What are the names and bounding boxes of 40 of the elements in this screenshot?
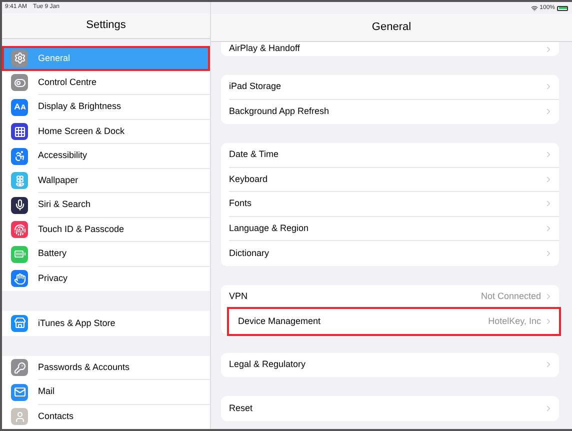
- settings-row[interactable]: iPad Storage: [229, 75, 559, 100]
- sidebar-title: Settings: [86, 18, 126, 34]
- wifi-icon: [530, 4, 538, 12]
- chevron-icon: [544, 174, 553, 184]
- sidebar-item[interactable]: Control Centre: [2, 70, 210, 95]
- chevron-icon: [544, 360, 553, 370]
- settings-row[interactable]: VPN Not Connected: [229, 284, 559, 309]
- chevron-icon: [544, 404, 553, 413]
- sidebar-item[interactable]: Passwords & Accounts: [2, 356, 210, 380]
- chevron-icon: [544, 224, 553, 233]
- sidebar-item[interactable]: Privacy: [2, 266, 210, 291]
- chevron-icon: [544, 82, 553, 92]
- page-title: General: [372, 20, 412, 36]
- sidebar-item[interactable]: Home Screen & Dock: [2, 120, 210, 144]
- settings-row[interactable]: Date & Time: [229, 143, 559, 168]
- battery-icon: [557, 6, 568, 10]
- chevron-icon: [544, 316, 553, 326]
- settings-row[interactable]: Language & Region: [229, 216, 559, 241]
- sidebar-item[interactable]: Siri & Search: [2, 193, 210, 218]
- sidebar-item[interactable]: iTunes & App Store: [2, 311, 210, 336]
- settings-row[interactable]: Device Management HotelKey, Inc: [229, 309, 559, 334]
- chevron-icon: [544, 44, 553, 54]
- settings-row[interactable]: Dictionary: [229, 241, 559, 266]
- row-value: HotelKey, Inc: [488, 314, 541, 328]
- sidebar-item[interactable]: Wallpaper: [2, 168, 210, 193]
- row-value: Not Connected: [480, 290, 541, 302]
- settings-row[interactable]: Background App Refresh: [229, 100, 559, 124]
- chevron-icon: [544, 248, 553, 258]
- sidebar-item[interactable]: Touch ID & Passcode: [2, 218, 210, 242]
- sidebar-item[interactable]: Accessibility: [2, 144, 210, 168]
- sidebar-item[interactable]: Battery: [2, 242, 210, 266]
- chevron-icon: [544, 199, 553, 208]
- settings-row[interactable]: Keyboard: [229, 168, 559, 192]
- settings-row[interactable]: Fonts: [229, 192, 559, 216]
- sidebar-item[interactable]: Contacts: [2, 404, 210, 429]
- sidebar-item[interactable]: Mail: [2, 380, 210, 404]
- chevron-icon: [544, 150, 553, 160]
- chevron-icon: [544, 107, 553, 116]
- sidebar-item[interactable]: Display & Brightness: [2, 95, 210, 120]
- chevron-icon: [544, 292, 553, 301]
